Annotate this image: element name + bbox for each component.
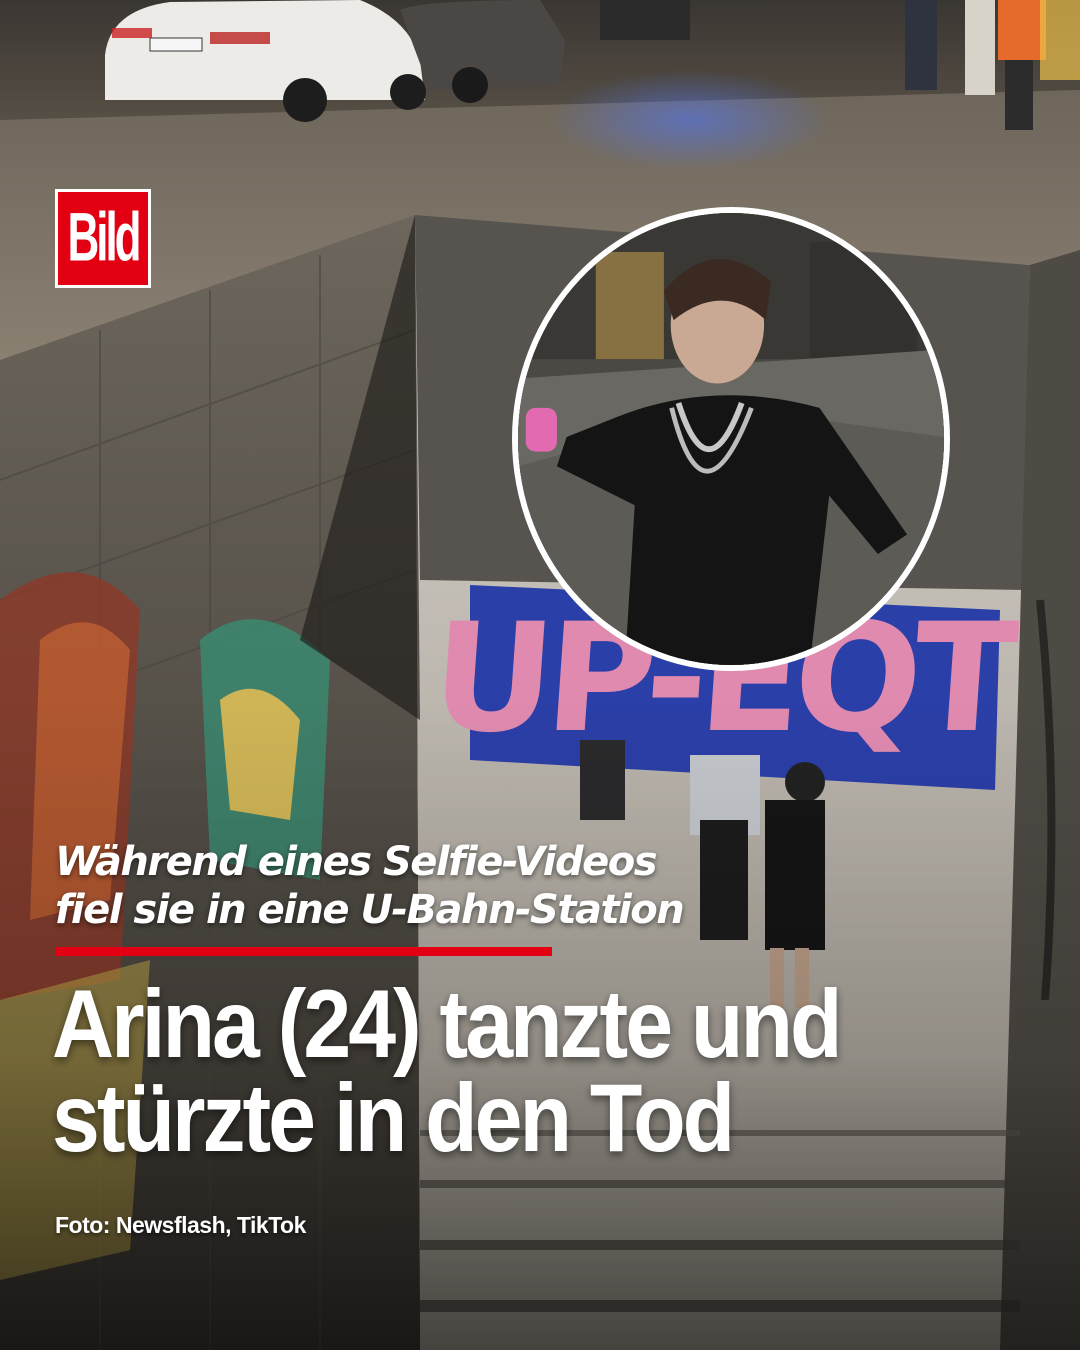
photo-credit: Foto: Newsflash, TikTok	[55, 1212, 306, 1238]
kicker-line-2: fiel sie in eine U-Bahn-Station	[55, 887, 685, 933]
kicker-line-1: Während eines Selfie-Videos	[55, 839, 658, 885]
headline-line-2: stürzte in den Tod	[52, 1064, 735, 1173]
logo-text: Bild	[67, 199, 141, 276]
bild-logo: Bild	[55, 189, 151, 288]
headline-line-1: Arina (24) tanzte und	[52, 970, 843, 1079]
red-divider	[55, 947, 552, 956]
inset-video-frame	[512, 207, 950, 671]
headline: Arina (24) tanzte und stürzte in den Tod	[52, 970, 1052, 1171]
inset-photo	[518, 213, 944, 665]
post-canvas: UP-EQT Bild Während eines Selfie-Videos …	[0, 0, 1080, 1350]
kicker-text: Während eines Selfie-Videos fiel sie in …	[55, 838, 775, 934]
